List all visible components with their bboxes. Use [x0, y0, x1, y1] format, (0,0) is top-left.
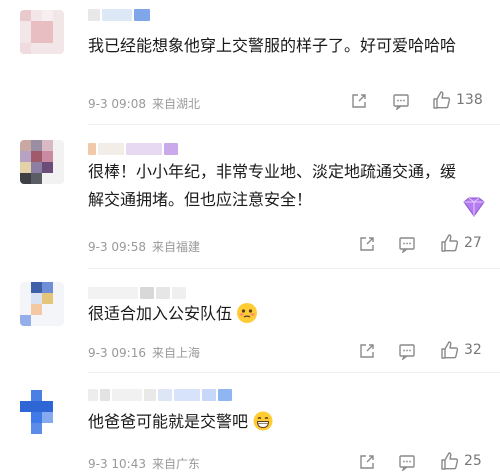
thumbs-up-icon	[433, 91, 451, 109]
comment-date: 9-3 09:16	[88, 346, 146, 360]
comment-icon	[399, 237, 415, 253]
like-button[interactable]: 32	[440, 340, 482, 360]
comment-meta: 9-3 09:08 来自湖北	[88, 95, 200, 112]
comment-button[interactable]	[398, 235, 416, 253]
comment-date: 9-3 09:08	[88, 97, 146, 111]
comment-source: 来自上海	[152, 346, 201, 360]
comment-date: 9-3 10:43	[88, 457, 146, 471]
comment-meta: 9-3 09:16 来自上海	[88, 344, 200, 361]
share-icon	[360, 455, 374, 469]
like-count: 27	[464, 235, 482, 251]
divider	[88, 124, 500, 125]
comment-icon	[399, 344, 415, 360]
comment-text: 很适合加入公安队伍	[88, 300, 468, 328]
like-button[interactable]: 138	[432, 90, 483, 110]
comment-text: 很棒！小小年纪，非常专业地、淡定地疏通交通，缓解交通拥堵。但也应注意安全！	[88, 162, 457, 209]
like-button[interactable]: 25	[440, 451, 482, 471]
avatar[interactable]	[20, 282, 64, 326]
username[interactable]	[88, 6, 152, 21]
comment-text: 我已经能想象他穿上交警服的样子了。好可爱哈哈哈	[88, 36, 457, 55]
thumbs-up-icon	[441, 234, 459, 252]
avatar[interactable]	[20, 140, 64, 184]
like-count: 25	[464, 453, 482, 469]
divider	[88, 268, 500, 269]
share-icon	[360, 344, 374, 358]
flushed-emoji-icon	[237, 303, 258, 323]
share-icon	[360, 237, 374, 251]
divider	[88, 372, 500, 373]
comment-item: 很棒！小小年纪，非常专业地、淡定地疏通交通，缓解交通拥堵。但也应注意安全！ 9-…	[0, 128, 500, 268]
comment-text-content: 他爸爸可能就是交警吧	[88, 412, 249, 431]
comment-button[interactable]	[392, 92, 410, 110]
comment-text-content: 很适合加入公安队伍	[88, 304, 233, 323]
comment-button[interactable]	[398, 453, 416, 471]
avatar[interactable]	[20, 390, 64, 434]
comment-item: 他爸爸可能就是交警吧 9-3 10:43 来自广东 25	[0, 376, 500, 476]
comment-item: 我已经能想象他穿上交警服的样子了。好可爱哈哈哈 9-3 09:08 来自湖北 13…	[0, 0, 500, 120]
comment-meta: 9-3 10:43 来自广东	[88, 455, 200, 472]
grinning-emoji-icon	[253, 411, 273, 431]
like-count: 138	[456, 92, 483, 108]
like-button[interactable]: 27	[440, 233, 482, 253]
username[interactable]	[88, 140, 180, 155]
comment-meta: 9-3 09:58 来自福建	[88, 238, 200, 255]
comment-text: 他爸爸可能就是交警吧	[88, 408, 468, 436]
comment-button[interactable]	[398, 342, 416, 360]
comment-item: 很适合加入公安队伍 9-3 09:16 来自上海 32	[0, 272, 500, 370]
share-button[interactable]	[358, 235, 376, 253]
username[interactable]	[88, 386, 234, 401]
share-icon	[352, 94, 366, 108]
thumbs-up-icon	[441, 341, 459, 359]
avatar[interactable]	[20, 10, 64, 54]
share-button[interactable]	[358, 453, 376, 471]
heart-badge-icon	[460, 196, 488, 222]
comment-icon	[399, 455, 415, 471]
username[interactable]	[88, 284, 188, 299]
share-button[interactable]	[358, 342, 376, 360]
share-button[interactable]	[350, 92, 368, 110]
comment-source: 来自福建	[152, 240, 201, 254]
comment-icon	[393, 94, 409, 110]
comment-source: 来自广东	[152, 457, 201, 471]
comment-source: 来自湖北	[152, 97, 201, 111]
comment-date: 9-3 09:58	[88, 240, 146, 254]
like-count: 32	[464, 342, 482, 358]
thumbs-up-icon	[441, 452, 459, 470]
